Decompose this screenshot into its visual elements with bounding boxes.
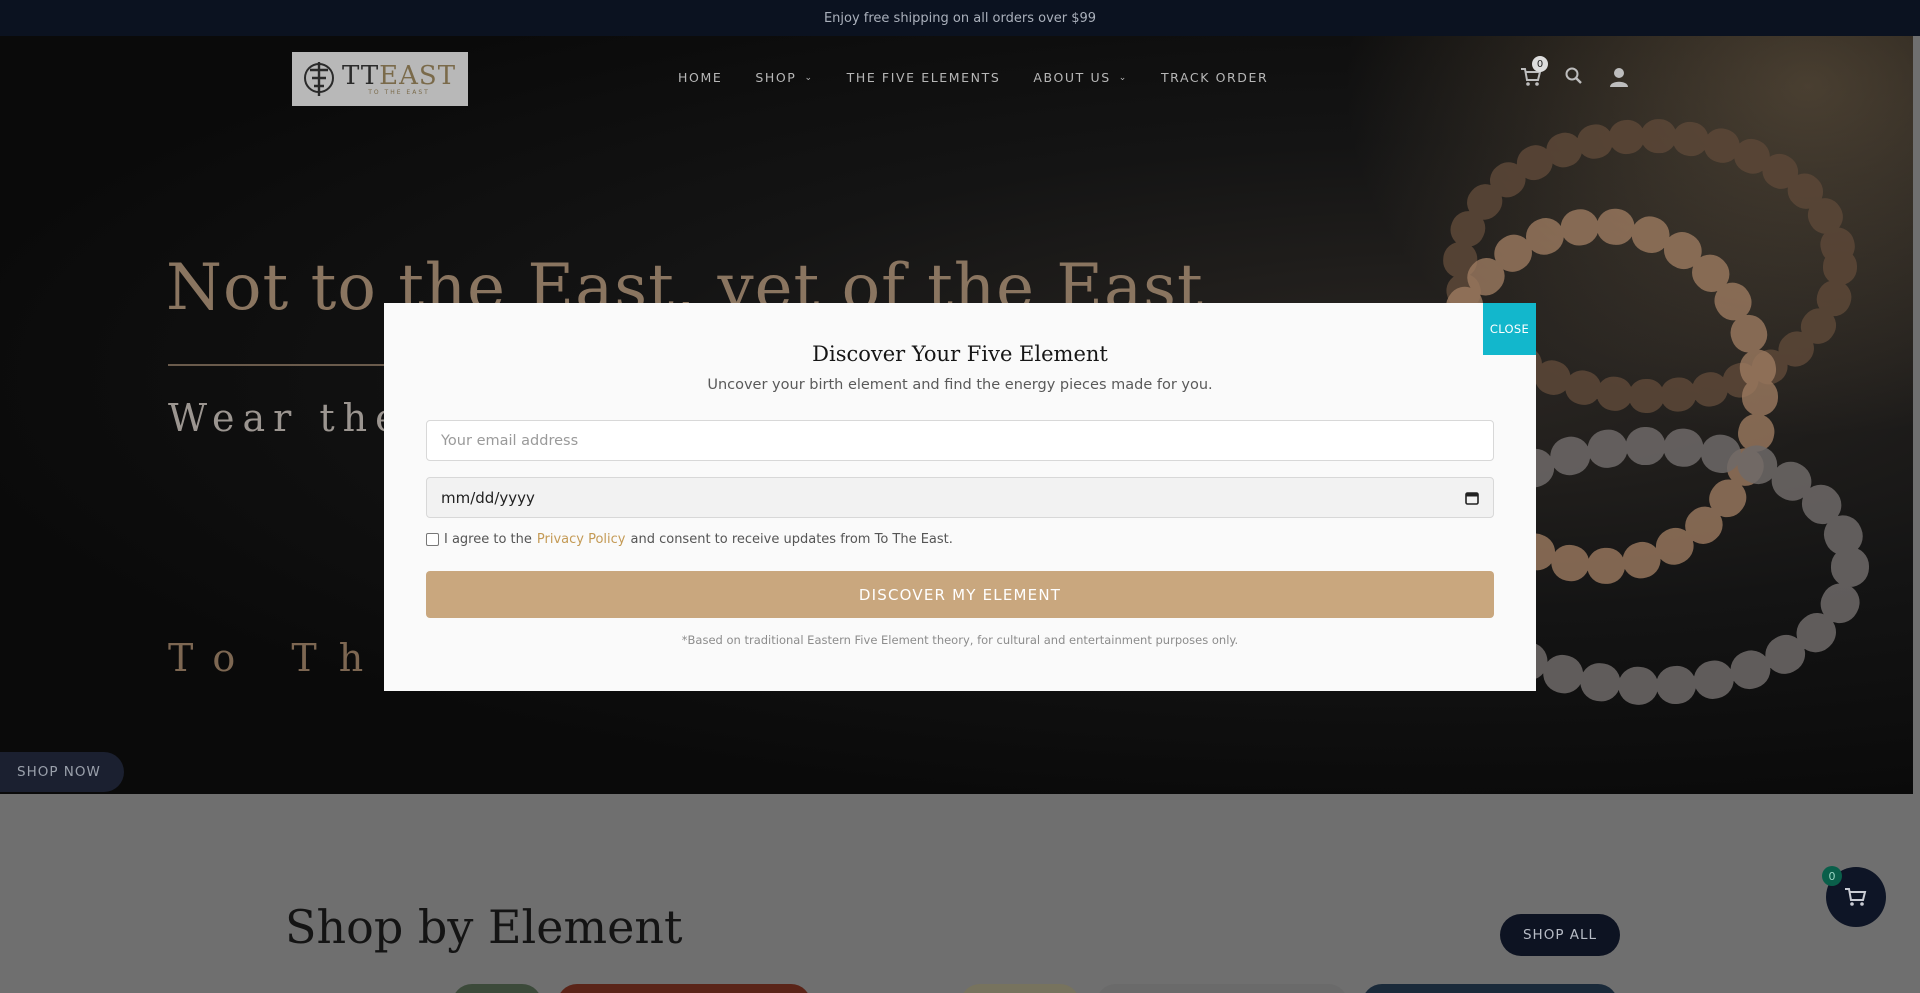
privacy-policy-link[interactable]: Privacy Policy (537, 532, 626, 547)
modal-subtitle: Uncover your birth element and find the … (707, 377, 1213, 393)
consent-row: I agree to the Privacy Policy and consen… (426, 532, 953, 547)
birthdate-input[interactable]: mm/dd/yyyy (426, 477, 1494, 518)
birthdate-placeholder: mm/dd/yyyy (441, 488, 535, 507)
modal-disclaimer: *Based on traditional Eastern Five Eleme… (681, 633, 1239, 647)
calendar-icon[interactable] (1465, 491, 1479, 505)
discover-element-button[interactable]: DISCOVER MY ELEMENT (426, 571, 1494, 618)
modal-title: Discover Your Five Element (812, 342, 1108, 366)
email-input[interactable] (426, 420, 1494, 461)
consent-checkbox[interactable] (426, 533, 439, 546)
consent-prefix: I agree to the (444, 532, 532, 547)
consent-suffix: and consent to receive updates from To T… (630, 532, 953, 547)
